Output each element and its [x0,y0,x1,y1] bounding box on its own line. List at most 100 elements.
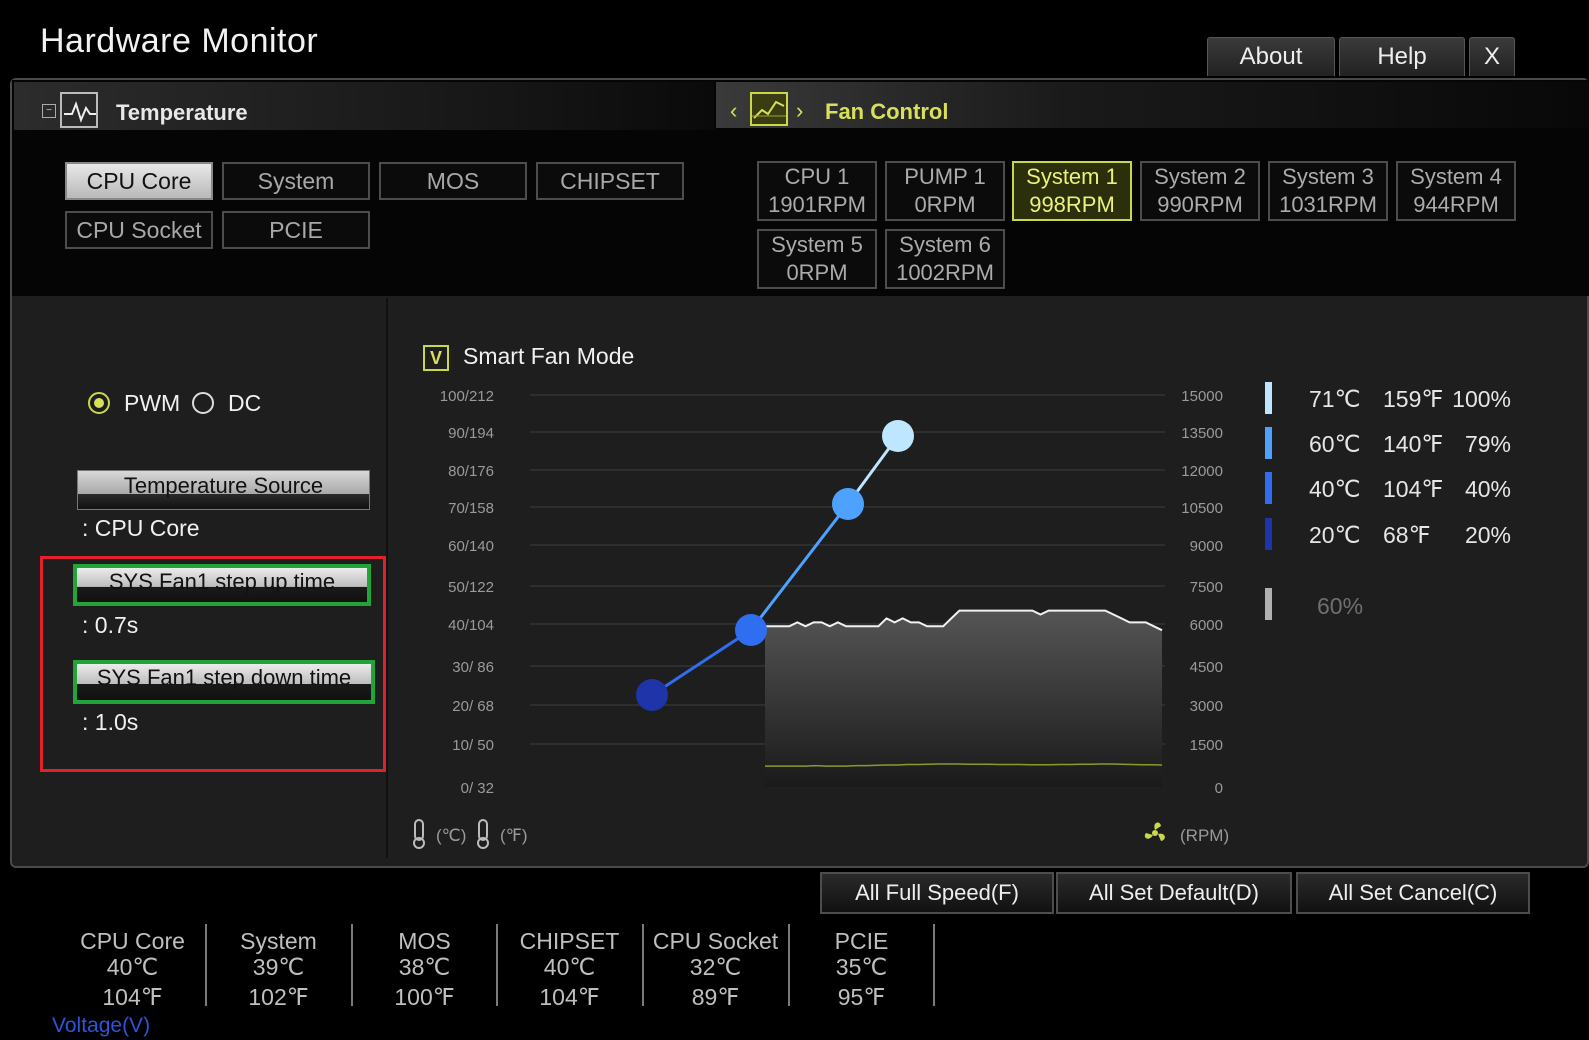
smart-fan-label: Smart Fan Mode [463,343,635,369]
legend-fahrenheit: 104℉ [1383,476,1444,502]
stat-celsius: 40℃ [106,954,159,980]
temp-source-mos[interactable]: MOS [379,162,527,200]
legend-celsius: 20℃ [1309,522,1361,548]
legend-celsius: 71℃ [1309,386,1361,412]
stat-name: CPU Socket [652,928,779,954]
temperature-history-area [765,610,1162,787]
y-left-tick-label: 60/140 [448,538,494,555]
all-full-speed-button[interactable]: All Full Speed(F) [820,872,1054,914]
fan-name: System 5 [771,232,863,257]
fan-button-system1[interactable]: System 1 998RPM [1012,161,1132,221]
temperature-source-value: : CPU Core [82,515,200,541]
all-set-default-button[interactable]: All Set Default(D) [1056,872,1292,914]
fan-name: System 2 [1154,164,1246,189]
legend-swatch [1265,472,1272,504]
radio-dot [94,398,104,408]
legend-percent: 79% [1464,431,1511,457]
fan-button-system5[interactable]: System 5 0RPM [757,229,877,289]
legend-percent: 100% [1452,386,1511,412]
stat-name: System [240,928,317,954]
y-right-tick-label: 13500 [1181,425,1223,442]
collapse-icon[interactable]: − [42,104,56,118]
fan-button-cpu1[interactable]: CPU 1 1901RPM [757,161,877,221]
thermometer-icon [413,819,425,849]
stat-fahrenheit: 89℉ [691,984,740,1010]
y-right-tick-label: 9000 [1190,538,1223,555]
chevron-left-icon[interactable]: ‹ [730,98,737,124]
close-button[interactable]: X [1469,37,1515,76]
temp-source-cpu-core[interactable]: CPU Core [65,162,213,200]
help-button[interactable]: Help [1339,37,1465,76]
stat-cpu-socket: CPU Socket 32℃ 89℉ [643,928,788,1010]
fan-rpm: 998RPM [1029,192,1115,217]
y-left-tick-label: 100/212 [440,388,494,405]
stat-mos: MOS 38℃ 100℉ [352,928,497,1010]
step-up-time-button[interactable]: SYS Fan1 step up time [73,564,371,606]
fan-curve-chart[interactable]: 100/212 90/194 80/176 70/158 60/140 50/122 40/… [400,380,1260,860]
fan-curve-segment [651,628,752,697]
fan-curve-point[interactable] [832,488,864,520]
y-left-tick-label: 30/ 86 [452,659,494,676]
chevron-right-icon[interactable]: › [796,98,803,124]
unit-fahrenheit: (℉) [500,826,528,845]
y-right-tick-label: 4500 [1190,659,1223,676]
legend-fahrenheit: 68℉ [1383,522,1431,548]
y-right-tick-label: 7500 [1190,579,1223,596]
fan-rpm: 1031RPM [1279,192,1377,217]
fan-curve-point[interactable] [735,614,767,646]
panel-divider [386,298,388,858]
step-down-time-button[interactable]: SYS Fan1 step down time [73,660,375,704]
min-speed-swatch [1265,588,1272,620]
min-speed-percent: 60% [1317,593,1364,619]
y-left-tick-label: 80/176 [448,463,494,480]
about-button[interactable]: About [1207,37,1335,76]
dc-label: DC [228,390,262,416]
pwm-radio[interactable] [88,392,110,414]
stat-celsius: 32℃ [689,954,742,980]
y-right-tick-label: 10500 [1181,500,1223,517]
stat-cpu-core: CPU Core 40℃ 104℉ [60,928,205,1010]
temp-source-chipset[interactable]: CHIPSET [536,162,684,200]
legend-swatch [1265,518,1272,550]
legend-celsius: 60℃ [1309,431,1361,457]
stat-celsius: 39℃ [252,954,305,980]
fan-button-system4[interactable]: System 4 944RPM [1396,161,1516,221]
fan-curve-point[interactable] [636,679,668,711]
y-left-tick-label: 20/ 68 [452,698,494,715]
y-left-tick-label: 70/158 [448,500,494,517]
temp-source-pcie[interactable]: PCIE [222,211,370,249]
y-right-tick-label: 6000 [1190,617,1223,634]
legend-percent: 20% [1464,522,1511,548]
smart-fan-checkbox[interactable]: V [423,345,449,371]
all-set-cancel-button[interactable]: All Set Cancel(C) [1296,872,1530,914]
legend-celsius: 40℃ [1309,476,1361,502]
y-left-tick-label: 0/ 32 [461,780,494,797]
temp-source-cpu-socket[interactable]: CPU Socket [65,211,213,249]
y-right-tick-label: 3000 [1190,698,1223,715]
stat-name: CHIPSET [519,928,620,954]
fan-button-system2[interactable]: System 2 990RPM [1140,161,1260,221]
fan-rpm: 1002RPM [896,260,994,285]
fan-name: PUMP 1 [904,164,986,189]
legend-fahrenheit: 140℉ [1383,431,1444,457]
fan-button-system3[interactable]: System 3 1031RPM [1268,161,1388,221]
legend-swatch [1265,382,1272,414]
fan-button-system6[interactable]: System 6 1002RPM [885,229,1005,289]
temp-source-system[interactable]: System [222,162,370,200]
fan-rpm: 1901RPM [768,192,866,217]
stat-fahrenheit: 95℉ [837,984,886,1010]
fan-name: System 3 [1282,164,1374,189]
unit-celsius: (℃) [436,826,467,845]
stat-pcie: PCIE 35℃ 95℉ [789,928,934,1010]
fan-curve-point[interactable] [882,420,914,452]
fan-name: System 6 [899,232,991,257]
temperature-source-button[interactable]: Temperature Source [77,470,370,510]
voltage-label[interactable]: Voltage(V) [52,1014,150,1038]
stat-divider [933,924,935,1006]
dc-radio[interactable] [192,392,214,414]
fan-rpm: 944RPM [1413,192,1499,217]
fan-button-pump1[interactable]: PUMP 1 0RPM [885,161,1005,221]
step-up-time-value: : 0.7s [82,612,139,638]
fan-graph-icon [750,92,788,126]
step-down-time-value: : 1.0s [82,709,139,735]
